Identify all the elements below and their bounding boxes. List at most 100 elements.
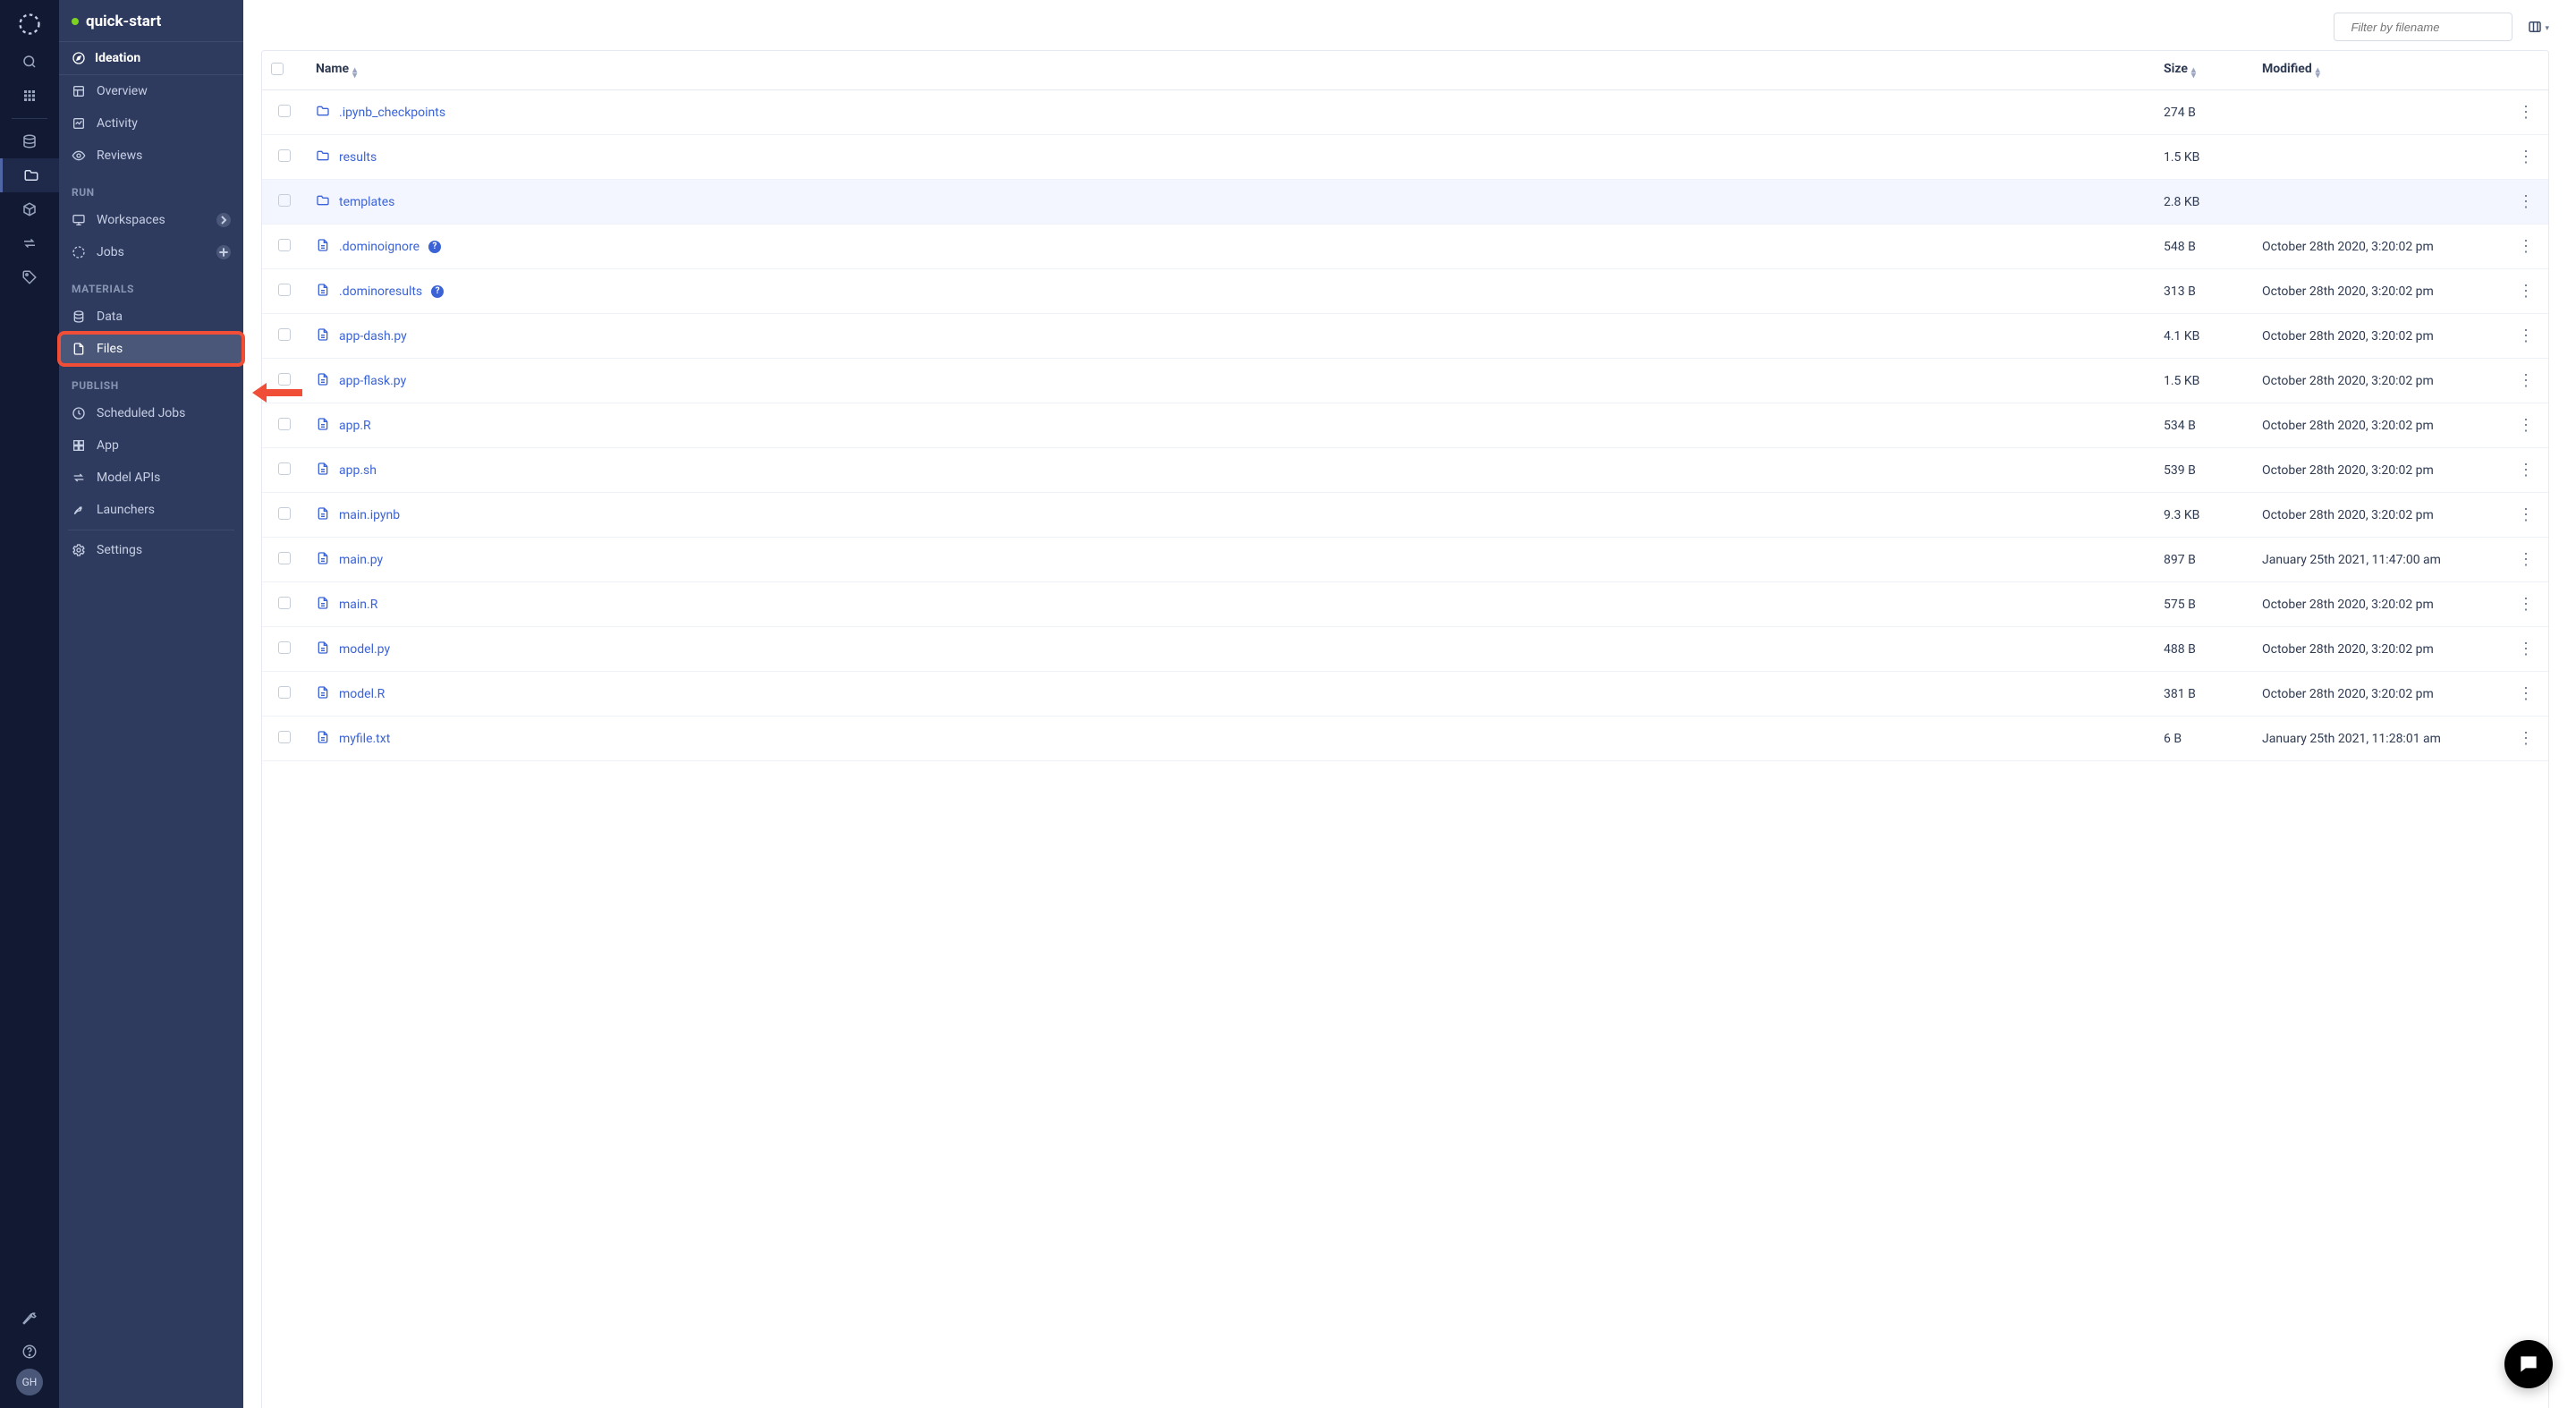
sidebar-item-workspaces[interactable]: Workspaces: [59, 204, 243, 236]
file-link[interactable]: model.R: [339, 687, 385, 701]
kebab-icon[interactable]: ⋮: [2518, 729, 2534, 748]
checkbox-icon[interactable]: [278, 284, 291, 296]
cell-checkbox[interactable]: [262, 225, 307, 269]
cell-actions[interactable]: ⋮: [2504, 493, 2548, 538]
cell-name[interactable]: app-flask.py: [307, 359, 2155, 403]
cell-checkbox[interactable]: [262, 627, 307, 672]
kebab-icon[interactable]: ⋮: [2518, 192, 2534, 211]
cell-actions[interactable]: ⋮: [2504, 538, 2548, 582]
checkbox-icon[interactable]: [278, 239, 291, 251]
cell-actions[interactable]: ⋮: [2504, 672, 2548, 717]
kebab-icon[interactable]: ⋮: [2518, 461, 2534, 479]
cell-name[interactable]: model.R: [307, 672, 2155, 717]
table-row[interactable]: templates2.8 KB⋮: [262, 180, 2548, 225]
table-row[interactable]: app.sh539 BOctober 28th 2020, 3:20:02 pm…: [262, 448, 2548, 493]
cell-name[interactable]: main.R: [307, 582, 2155, 627]
table-row[interactable]: model.py488 BOctober 28th 2020, 3:20:02 …: [262, 627, 2548, 672]
sidebar-item-jobs[interactable]: Jobs: [59, 236, 243, 268]
cell-checkbox[interactable]: [262, 180, 307, 225]
cell-actions[interactable]: ⋮: [2504, 269, 2548, 314]
file-link[interactable]: app.R: [339, 419, 371, 433]
rail-database-icon[interactable]: [0, 124, 59, 158]
cell-checkbox[interactable]: [262, 448, 307, 493]
file-link[interactable]: model.py: [339, 642, 390, 657]
checkbox-icon[interactable]: [278, 507, 291, 520]
cell-name[interactable]: .dominoignore?: [307, 225, 2155, 269]
file-link[interactable]: results: [339, 150, 377, 165]
sidebar-item-launchers[interactable]: Launchers: [59, 494, 243, 526]
cell-checkbox[interactable]: [262, 717, 307, 761]
checkbox-icon[interactable]: [278, 731, 291, 743]
cell-name[interactable]: .ipynb_checkpoints: [307, 90, 2155, 135]
th-name[interactable]: Name▴▾: [307, 51, 2155, 90]
columns-toggle[interactable]: ▾: [2527, 19, 2549, 35]
table-row[interactable]: .ipynb_checkpoints274 B⋮: [262, 90, 2548, 135]
cell-checkbox[interactable]: [262, 672, 307, 717]
table-row[interactable]: main.py897 BJanuary 25th 2021, 11:47:00 …: [262, 538, 2548, 582]
cell-actions[interactable]: ⋮: [2504, 90, 2548, 135]
file-link[interactable]: app-flask.py: [339, 374, 406, 388]
cell-checkbox[interactable]: [262, 314, 307, 359]
sidebar-item-scheduled-jobs[interactable]: Scheduled Jobs: [59, 397, 243, 429]
rail-help-icon[interactable]: [0, 1335, 59, 1369]
file-link[interactable]: .dominoignore: [339, 240, 419, 254]
sidebar-item-app[interactable]: App: [59, 429, 243, 462]
checkbox-icon[interactable]: [278, 552, 291, 564]
rail-transfer-icon[interactable]: [0, 226, 59, 260]
sidebar-item-model-apis[interactable]: Model APIs: [59, 462, 243, 494]
rail-search-icon[interactable]: [0, 45, 59, 79]
cell-actions[interactable]: ⋮: [2504, 627, 2548, 672]
kebab-icon[interactable]: ⋮: [2518, 550, 2534, 569]
checkbox-icon[interactable]: [278, 597, 291, 609]
th-select-all[interactable]: [262, 51, 307, 90]
sidebar-item-reviews[interactable]: Reviews: [59, 140, 243, 172]
cell-checkbox[interactable]: [262, 90, 307, 135]
file-link[interactable]: templates: [339, 195, 394, 209]
cell-checkbox[interactable]: [262, 538, 307, 582]
cell-name[interactable]: main.py: [307, 538, 2155, 582]
brand-logo[interactable]: [14, 9, 45, 39]
table-row[interactable]: myfile.txt6 BJanuary 25th 2021, 11:28:01…: [262, 717, 2548, 761]
rail-tag-icon[interactable]: [0, 260, 59, 294]
help-icon[interactable]: ?: [431, 285, 444, 298]
kebab-icon[interactable]: ⋮: [2518, 237, 2534, 256]
th-size[interactable]: Size▴▾: [2155, 51, 2253, 90]
cell-actions[interactable]: ⋮: [2504, 448, 2548, 493]
file-link[interactable]: .dominoresults: [339, 284, 422, 299]
kebab-icon[interactable]: ⋮: [2518, 103, 2534, 122]
cell-actions[interactable]: ⋮: [2504, 359, 2548, 403]
table-row[interactable]: main.ipynb9.3 KBOctober 28th 2020, 3:20:…: [262, 493, 2548, 538]
checkbox-icon[interactable]: [278, 149, 291, 162]
checkbox-icon[interactable]: [271, 63, 284, 75]
rail-wrench-icon[interactable]: [0, 1301, 59, 1335]
cell-name[interactable]: model.py: [307, 627, 2155, 672]
section-ideation[interactable]: Ideation: [59, 41, 243, 75]
kebab-icon[interactable]: ⋮: [2518, 505, 2534, 524]
kebab-icon[interactable]: ⋮: [2518, 416, 2534, 435]
cell-checkbox[interactable]: [262, 582, 307, 627]
checkbox-icon[interactable]: [278, 105, 291, 117]
file-link[interactable]: .ipynb_checkpoints: [339, 106, 445, 120]
search-input[interactable]: [2351, 21, 2510, 34]
help-icon[interactable]: ?: [428, 241, 441, 253]
rail-grid-icon[interactable]: [0, 79, 59, 113]
checkbox-icon[interactable]: [278, 328, 291, 341]
sidebar-item-overview[interactable]: Overview: [59, 75, 243, 107]
intercom-launcher[interactable]: [2504, 1340, 2553, 1388]
file-link[interactable]: main.R: [339, 598, 377, 612]
cell-actions[interactable]: ⋮: [2504, 314, 2548, 359]
kebab-icon[interactable]: ⋮: [2518, 595, 2534, 614]
cell-actions[interactable]: ⋮: [2504, 180, 2548, 225]
file-link[interactable]: app-dash.py: [339, 329, 407, 344]
plus-icon[interactable]: [216, 245, 231, 259]
cell-actions[interactable]: ⋮: [2504, 717, 2548, 761]
table-row[interactable]: app-flask.py1.5 KBOctober 28th 2020, 3:2…: [262, 359, 2548, 403]
rail-cube-icon[interactable]: [0, 192, 59, 226]
th-modified[interactable]: Modified▴▾: [2253, 51, 2504, 90]
cell-actions[interactable]: ⋮: [2504, 403, 2548, 448]
kebab-icon[interactable]: ⋮: [2518, 282, 2534, 301]
file-link[interactable]: main.ipynb: [339, 508, 400, 522]
kebab-icon[interactable]: ⋮: [2518, 640, 2534, 658]
cell-checkbox[interactable]: [262, 403, 307, 448]
cell-name[interactable]: myfile.txt: [307, 717, 2155, 761]
